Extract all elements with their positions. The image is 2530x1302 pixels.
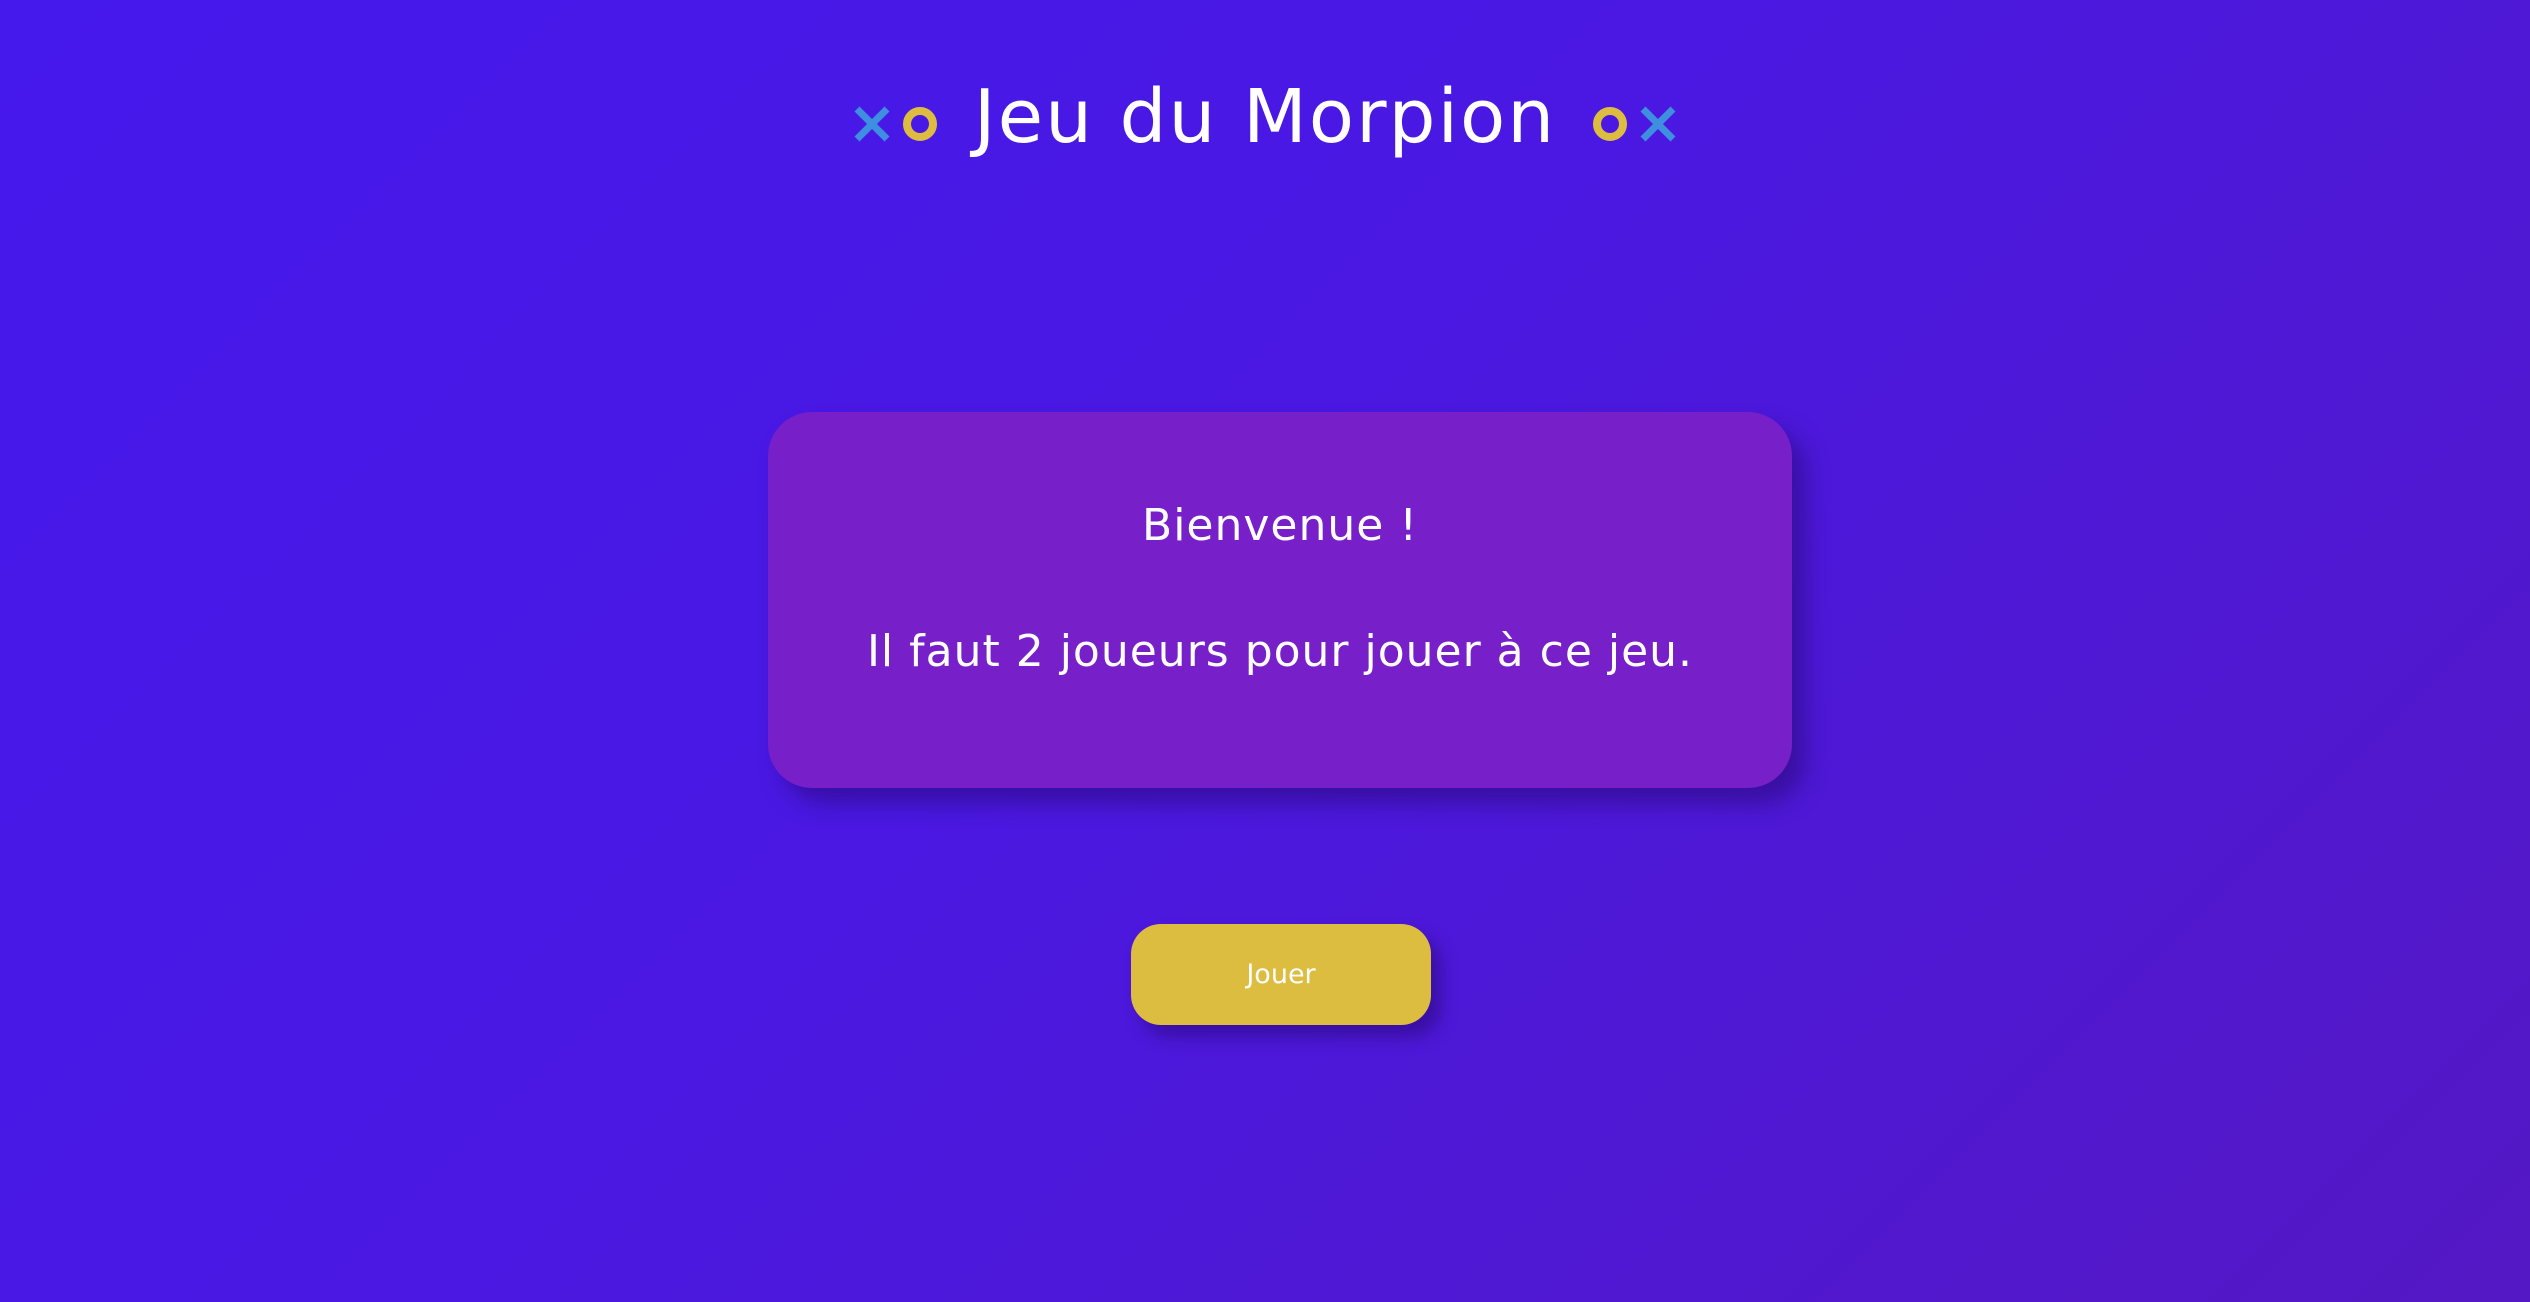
welcome-title: Bienvenue !: [1142, 500, 1418, 551]
header-right-marks: [1590, 104, 1678, 144]
page-header: Jeu du Morpion: [0, 62, 2530, 172]
cross-icon: [854, 106, 890, 142]
circle-icon: [1593, 107, 1628, 141]
welcome-card: Bienvenue ! Il faut 2 joueurs pour jouer…: [768, 412, 1792, 788]
header-left-marks: [852, 104, 940, 144]
circle-icon: [902, 107, 937, 141]
welcome-message: Il faut 2 joueurs pour jouer à ce jeu.: [866, 626, 1694, 677]
page-title: Jeu du Morpion: [973, 74, 1557, 160]
cross-icon: [1640, 106, 1676, 142]
play-button[interactable]: Jouer: [1131, 924, 1431, 1025]
